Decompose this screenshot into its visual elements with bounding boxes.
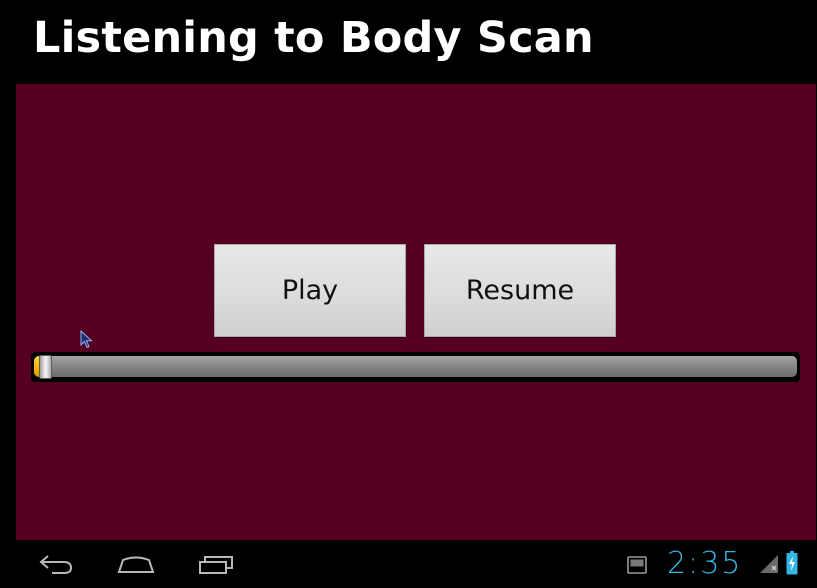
- mouse-pointer-icon: [80, 330, 93, 349]
- page-title: Listening to Body Scan: [33, 13, 594, 63]
- seek-bar[interactable]: [31, 352, 800, 382]
- signal-icon: [760, 555, 778, 573]
- recent-apps-icon: [199, 556, 233, 574]
- status-clock: 2:35: [667, 546, 743, 581]
- seek-bar-thumb[interactable]: [38, 355, 52, 379]
- seek-bar-track[interactable]: [34, 356, 797, 377]
- battery-charging-icon: [786, 551, 798, 575]
- back-arrow-icon: [39, 555, 73, 574]
- home-icon: [117, 556, 155, 573]
- navigation-bar: 2:35: [0, 540, 817, 588]
- recent-apps-button[interactable]: [186, 548, 246, 580]
- status-area[interactable]: 2:35: [617, 540, 817, 588]
- home-button[interactable]: [106, 548, 166, 580]
- resume-button[interactable]: Resume: [424, 244, 616, 337]
- action-bar: Listening to Body Scan: [0, 0, 817, 84]
- play-button[interactable]: Play: [214, 244, 406, 337]
- content-panel: Play Resume: [16, 84, 816, 540]
- back-button[interactable]: [26, 548, 86, 580]
- app-screen: Listening to Body Scan Play Resume 2:35: [0, 0, 817, 588]
- screenshot-notification-icon: [627, 556, 647, 574]
